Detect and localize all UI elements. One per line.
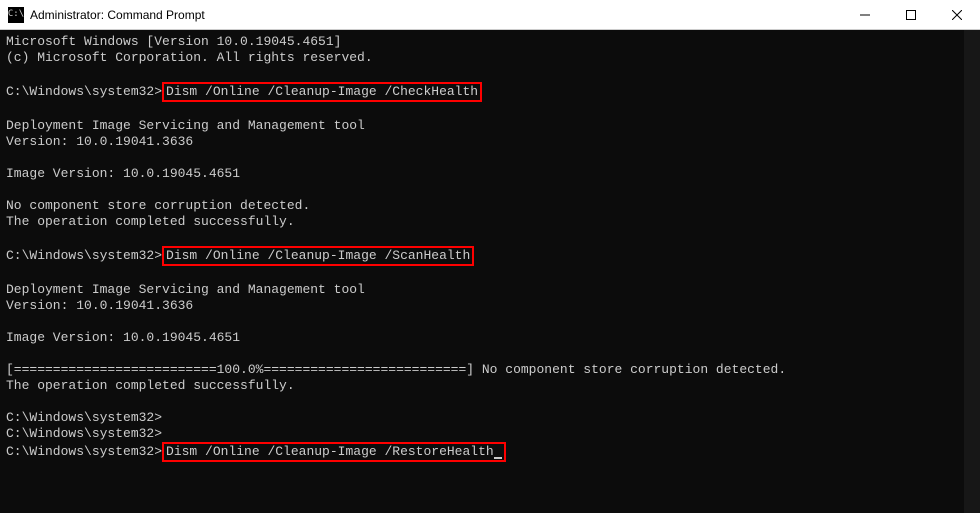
result-1b: The operation completed successfully. xyxy=(6,214,295,229)
os-version-line: Microsoft Windows [Version 10.0.19045.46… xyxy=(6,34,341,49)
titlebar[interactable]: C:\ Administrator: Command Prompt xyxy=(0,0,980,30)
cursor xyxy=(494,457,502,459)
result-2: The operation completed successfully. xyxy=(6,378,295,393)
command-highlight-2: Dism /Online /Cleanup-Image /ScanHealth xyxy=(162,246,474,266)
close-button[interactable] xyxy=(934,0,980,29)
window-controls xyxy=(842,0,980,29)
minimize-button[interactable] xyxy=(842,0,888,29)
command-3: Dism /Online /Cleanup-Image /RestoreHeal… xyxy=(166,444,494,459)
dism-header: Deployment Image Servicing and Managemen… xyxy=(6,118,365,133)
dism-version: Version: 10.0.19041.3636 xyxy=(6,298,193,313)
image-version: Image Version: 10.0.19045.4651 xyxy=(6,166,240,181)
cmd-icon: C:\ xyxy=(8,7,24,23)
progress-line: [==========================100.0%=======… xyxy=(6,362,786,377)
dism-version: Version: 10.0.19041.3636 xyxy=(6,134,193,149)
prompt: C:\Windows\system32> xyxy=(6,410,162,425)
maximize-button[interactable] xyxy=(888,0,934,29)
scrollbar[interactable] xyxy=(964,30,980,513)
prompt: C:\Windows\system32> xyxy=(6,248,162,263)
command-highlight-3: Dism /Online /Cleanup-Image /RestoreHeal… xyxy=(162,442,506,462)
prompt: C:\Windows\system32> xyxy=(6,84,162,99)
image-version: Image Version: 10.0.19045.4651 xyxy=(6,330,240,345)
prompt: C:\Windows\system32> xyxy=(6,426,162,441)
window-title: Administrator: Command Prompt xyxy=(30,8,842,22)
command-1: Dism /Online /Cleanup-Image /CheckHealth xyxy=(166,84,478,99)
command-highlight-1: Dism /Online /Cleanup-Image /CheckHealth xyxy=(162,82,482,102)
command-2: Dism /Online /Cleanup-Image /ScanHealth xyxy=(166,248,470,263)
terminal-output[interactable]: Microsoft Windows [Version 10.0.19045.46… xyxy=(0,30,980,513)
command-prompt-window: C:\ Administrator: Command Prompt Micros… xyxy=(0,0,980,513)
dism-header: Deployment Image Servicing and Managemen… xyxy=(6,282,365,297)
prompt: C:\Windows\system32> xyxy=(6,444,162,459)
copyright-line: (c) Microsoft Corporation. All rights re… xyxy=(6,50,373,65)
result-1a: No component store corruption detected. xyxy=(6,198,310,213)
